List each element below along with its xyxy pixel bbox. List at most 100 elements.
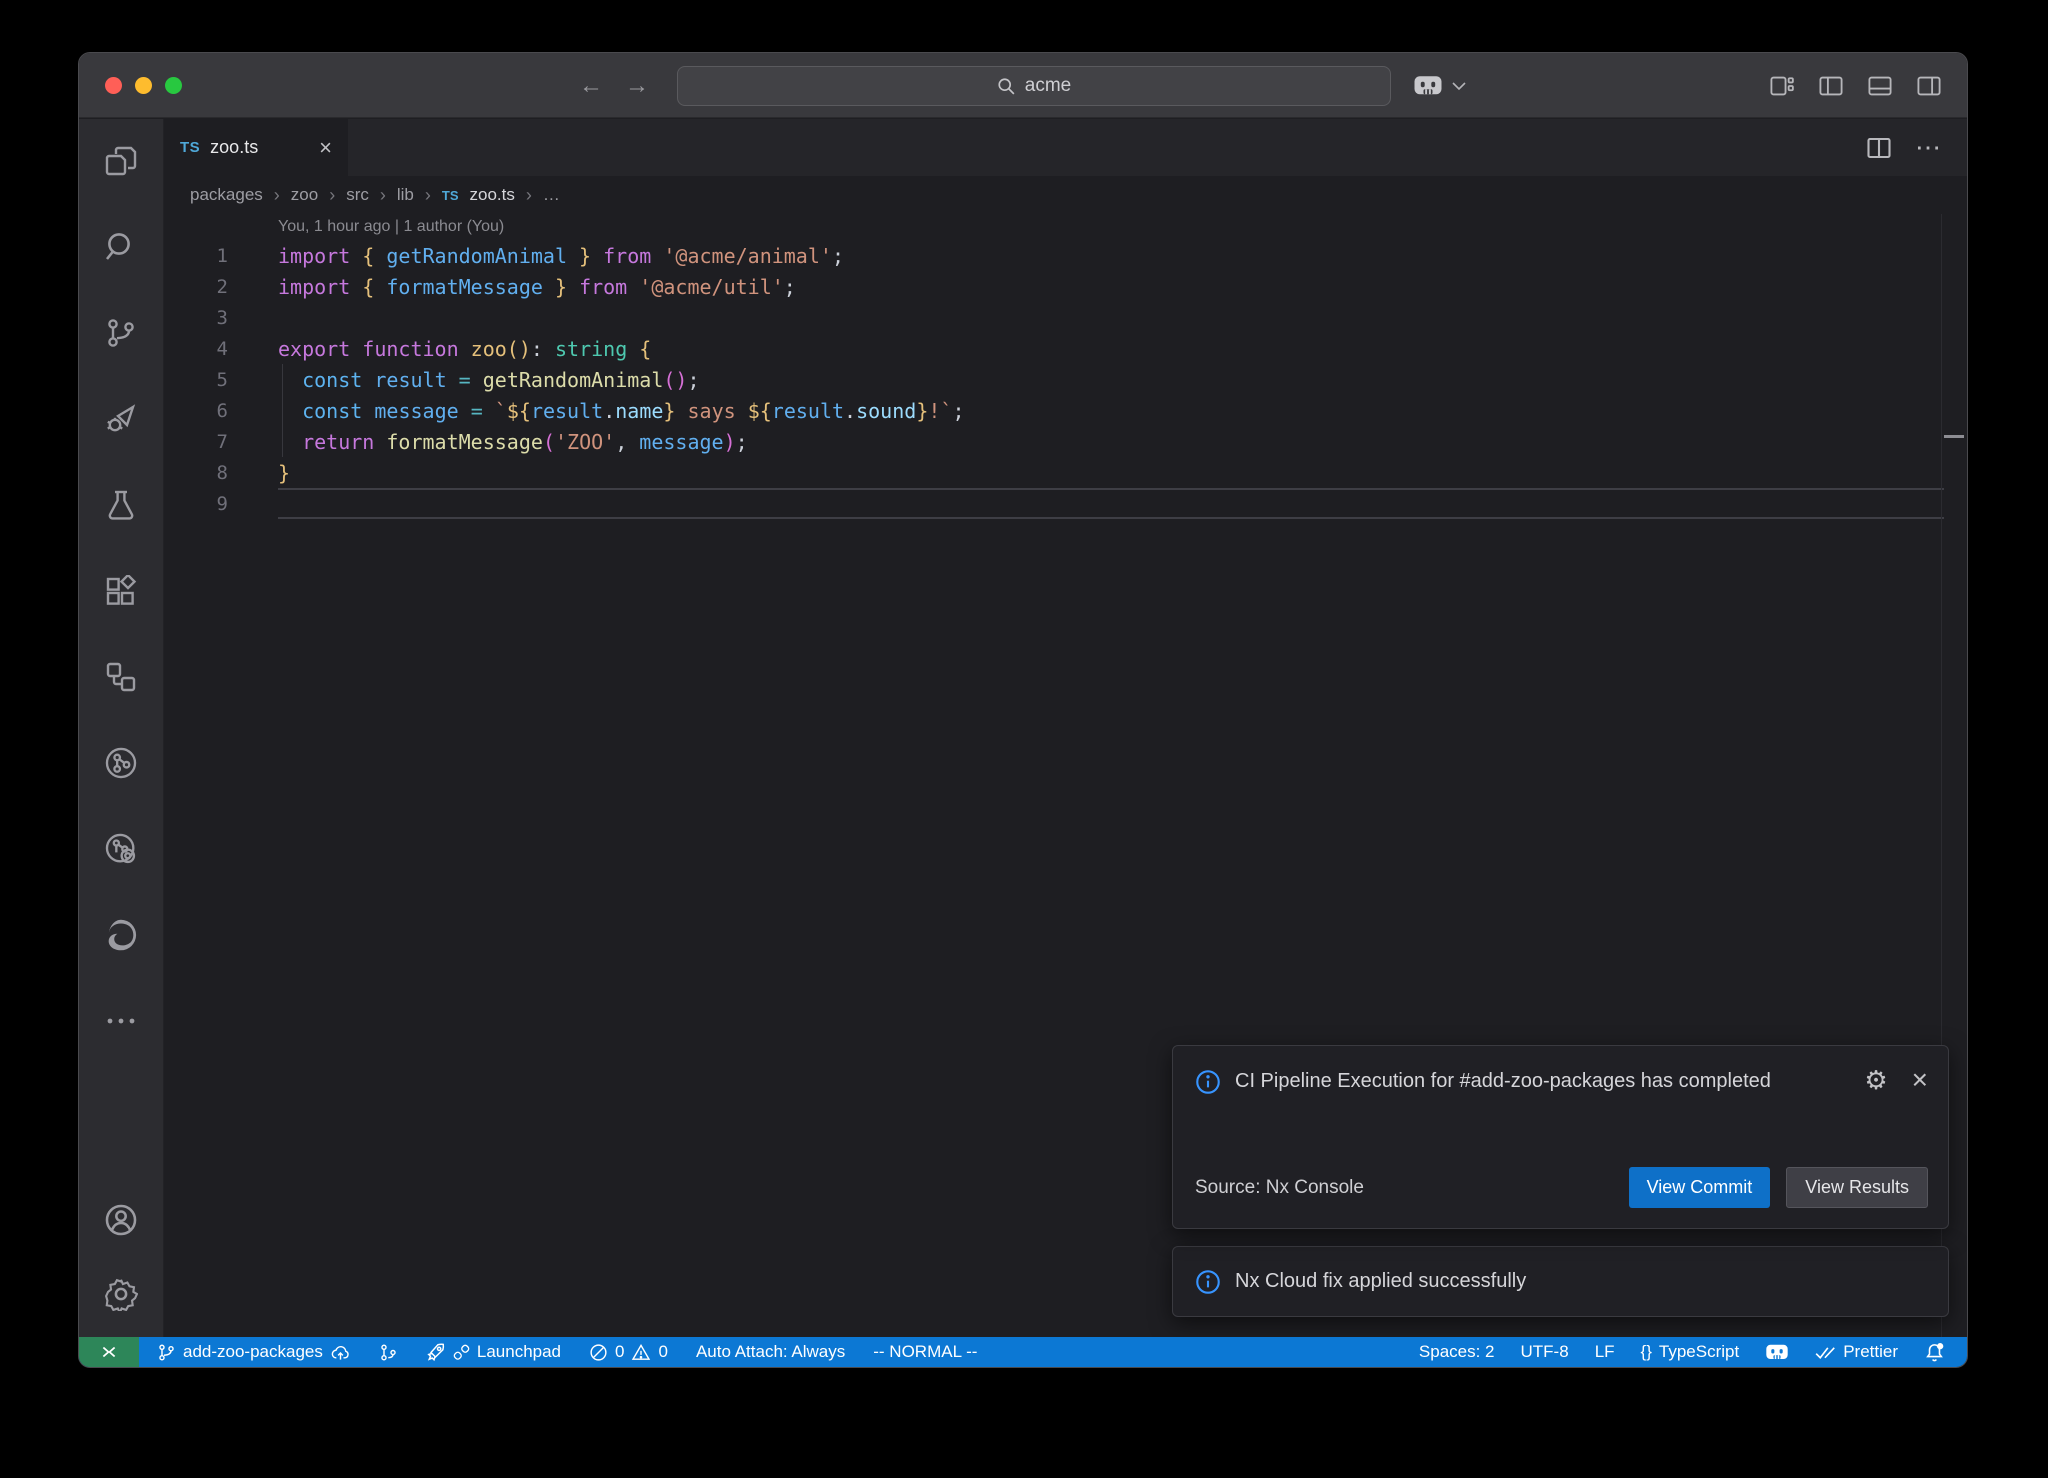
forward-icon[interactable]: →: [625, 72, 649, 100]
traffic-lights: [105, 77, 182, 94]
line-content: export function zoo(): string {: [228, 337, 651, 361]
breadcrumb-item[interactable]: src: [346, 185, 369, 205]
code-line-3[interactable]: 3: [164, 302, 1967, 333]
back-icon[interactable]: ←: [579, 72, 603, 100]
copilot-status[interactable]: [1755, 1343, 1799, 1362]
git-graph-status[interactable]: [369, 1343, 408, 1362]
code-line-5[interactable]: 5 const result = getRandomAnimal();: [164, 364, 1967, 395]
line-content: return formatMessage('ZOO', message);: [228, 430, 748, 454]
nx-console-icon[interactable]: [104, 746, 138, 780]
tab-strip: TS zoo.ts × ⋯: [164, 119, 1967, 176]
line-content: const message = `${result.name} says ${r…: [228, 399, 965, 423]
notifications-bell[interactable]: [1914, 1342, 1955, 1363]
info-icon: [1195, 1269, 1221, 1295]
explorer-icon[interactable]: [104, 144, 138, 178]
search-sidebar-icon[interactable]: [104, 230, 138, 264]
indentation-status[interactable]: Spaces: 2: [1409, 1342, 1505, 1362]
toggle-primary-sidebar-icon[interactable]: [1819, 76, 1843, 96]
edge-browser-icon[interactable]: [104, 918, 138, 952]
tab-zoo-ts[interactable]: TS zoo.ts ×: [164, 119, 348, 176]
language-mode-status[interactable]: {} TypeScript: [1631, 1342, 1750, 1362]
chevron-right-icon: ›: [526, 185, 532, 206]
code-line-4[interactable]: 4export function zoo(): string {: [164, 333, 1967, 364]
auto-attach-status[interactable]: Auto Attach: Always: [686, 1342, 855, 1362]
tab-close-icon[interactable]: ×: [319, 137, 332, 159]
nx-cloud-icon[interactable]: [104, 832, 138, 866]
git-branch-status[interactable]: add-zoo-packages: [147, 1342, 361, 1362]
vim-mode-label: -- NORMAL --: [873, 1342, 977, 1362]
code-line-8[interactable]: 8}: [164, 457, 1967, 488]
view-commit-button[interactable]: View Commit: [1629, 1167, 1771, 1208]
code-line-9[interactable]: 9: [164, 488, 1967, 519]
notification-source: Source: Nx Console: [1195, 1177, 1364, 1199]
chevron-right-icon: ›: [425, 185, 431, 206]
chevron-down-icon[interactable]: [1451, 81, 1467, 91]
language-label: TypeScript: [1659, 1342, 1739, 1362]
project-references-icon[interactable]: [104, 660, 138, 694]
breadcrumb-file[interactable]: zoo.ts: [470, 185, 515, 205]
split-editor-icon[interactable]: [1867, 137, 1891, 159]
copilot-icon[interactable]: [1413, 74, 1443, 98]
warning-icon: [631, 1343, 651, 1362]
bell-icon: [1924, 1342, 1945, 1363]
line-number: 5: [164, 369, 228, 391]
code-line-6[interactable]: 6 const message = `${result.name} says $…: [164, 395, 1967, 426]
encoding-status[interactable]: UTF-8: [1511, 1342, 1579, 1362]
command-center-search[interactable]: acme: [677, 66, 1391, 106]
toggle-secondary-sidebar-icon[interactable]: [1917, 76, 1941, 96]
launchpad-status[interactable]: Launchpad: [416, 1342, 571, 1362]
line-content: import { getRandomAnimal } from '@acme/a…: [228, 244, 844, 268]
git-graph-icon: [379, 1343, 398, 1362]
line-number: 7: [164, 431, 228, 453]
typescript-file-icon: TS: [442, 188, 459, 203]
toggle-panel-icon[interactable]: [1868, 76, 1892, 96]
prettier-status[interactable]: Prettier: [1805, 1342, 1908, 1362]
view-results-button[interactable]: View Results: [1786, 1167, 1928, 1208]
line-content: import { formatMessage } from '@acme/uti…: [228, 275, 796, 299]
braces-icon: {}: [1641, 1342, 1652, 1362]
line-content: }: [228, 461, 290, 485]
git-blame-annotation: You, 1 hour ago | 1 author (You): [164, 214, 1967, 240]
settings-gear-icon[interactable]: [104, 1277, 138, 1311]
git-branch-icon: [157, 1343, 176, 1362]
warning-count: 0: [658, 1342, 667, 1362]
notification-close-icon[interactable]: ×: [1912, 1064, 1928, 1096]
notification-settings-gear-icon[interactable]: ⚙: [1864, 1065, 1887, 1096]
source-control-icon[interactable]: [104, 316, 138, 350]
current-line-highlight: [278, 488, 1944, 519]
line-number: 2: [164, 276, 228, 298]
close-window-button[interactable]: [105, 77, 122, 94]
code-line-7[interactable]: 7 return formatMessage('ZOO', message);: [164, 426, 1967, 457]
breadcrumb-more[interactable]: …: [543, 185, 560, 205]
code-line-1[interactable]: 1import { getRandomAnimal } from '@acme/…: [164, 240, 1967, 271]
zoom-window-button[interactable]: [165, 77, 182, 94]
accounts-icon[interactable]: [104, 1203, 138, 1237]
overview-ruler-cursor-mark: [1944, 435, 1964, 438]
breadcrumb-item[interactable]: zoo: [291, 185, 318, 205]
chevron-right-icon: ›: [380, 185, 386, 206]
eol-status[interactable]: LF: [1585, 1342, 1625, 1362]
testing-icon[interactable]: [104, 488, 138, 522]
vim-mode-status[interactable]: -- NORMAL --: [863, 1342, 987, 1362]
editor-actions-more-icon[interactable]: ⋯: [1915, 132, 1941, 163]
code-line-2[interactable]: 2import { formatMessage } from '@acme/ut…: [164, 271, 1967, 302]
remote-indicator[interactable]: [79, 1337, 139, 1367]
breadcrumb-item[interactable]: lib: [397, 185, 414, 205]
notification-nx-cloud: Nx Cloud fix applied successfully: [1172, 1246, 1949, 1317]
eol-label: LF: [1595, 1342, 1615, 1362]
chevron-right-icon: ›: [329, 185, 335, 206]
more-views-icon[interactable]: [104, 1004, 138, 1038]
minimize-window-button[interactable]: [135, 77, 152, 94]
status-bar: add-zoo-packages Launchpad: [79, 1337, 1967, 1367]
double-check-icon: [1815, 1344, 1836, 1361]
breadcrumb-item[interactable]: packages: [190, 185, 263, 205]
launchpad-label: Launchpad: [477, 1342, 561, 1362]
title-bar: ← → acme: [79, 53, 1967, 118]
customize-layout-icon[interactable]: [1770, 76, 1794, 96]
breadcrumb: packages › zoo › src › lib › TS zoo.ts ›…: [164, 176, 1967, 214]
spaces-label: Spaces: 2: [1419, 1342, 1495, 1362]
search-icon: [997, 77, 1016, 96]
problems-status[interactable]: 0 0: [579, 1342, 678, 1362]
run-debug-icon[interactable]: [104, 402, 138, 436]
extensions-icon[interactable]: [104, 574, 138, 608]
